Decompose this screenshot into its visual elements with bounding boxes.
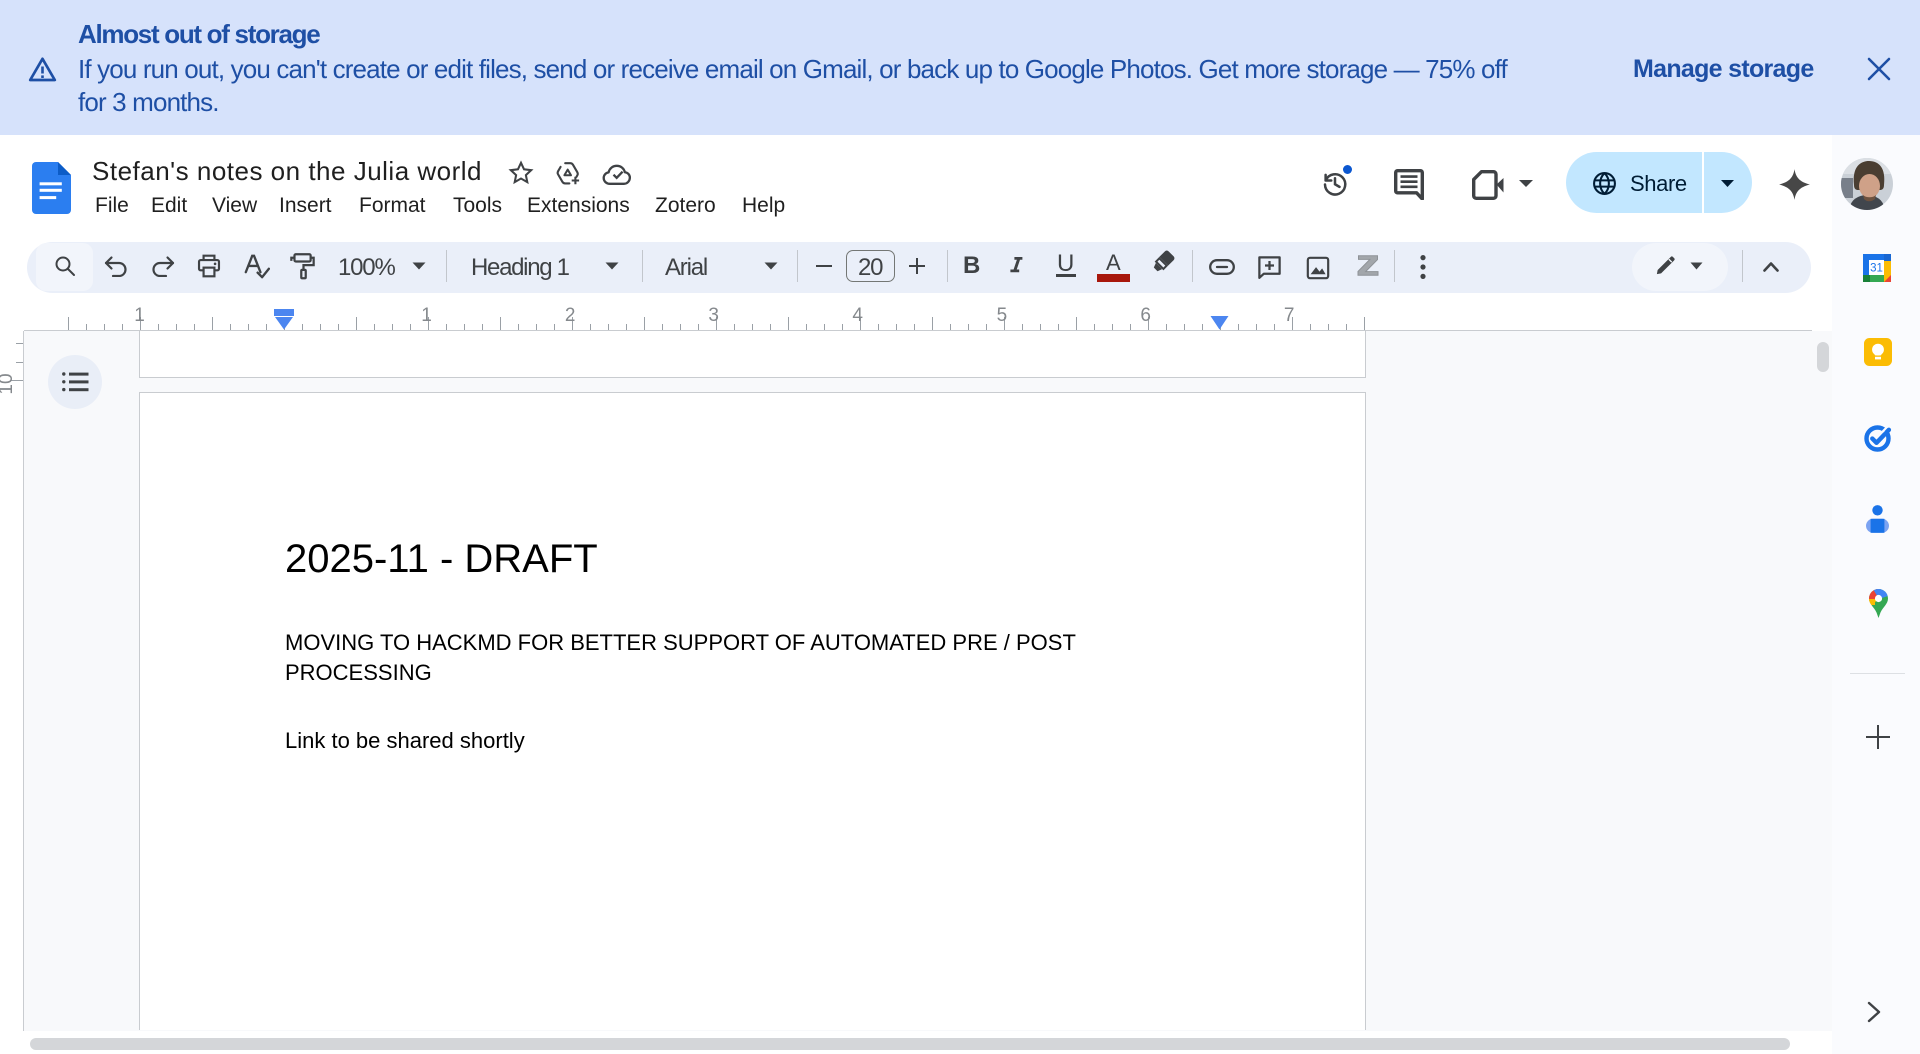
svg-text:31: 31 xyxy=(1870,263,1883,275)
